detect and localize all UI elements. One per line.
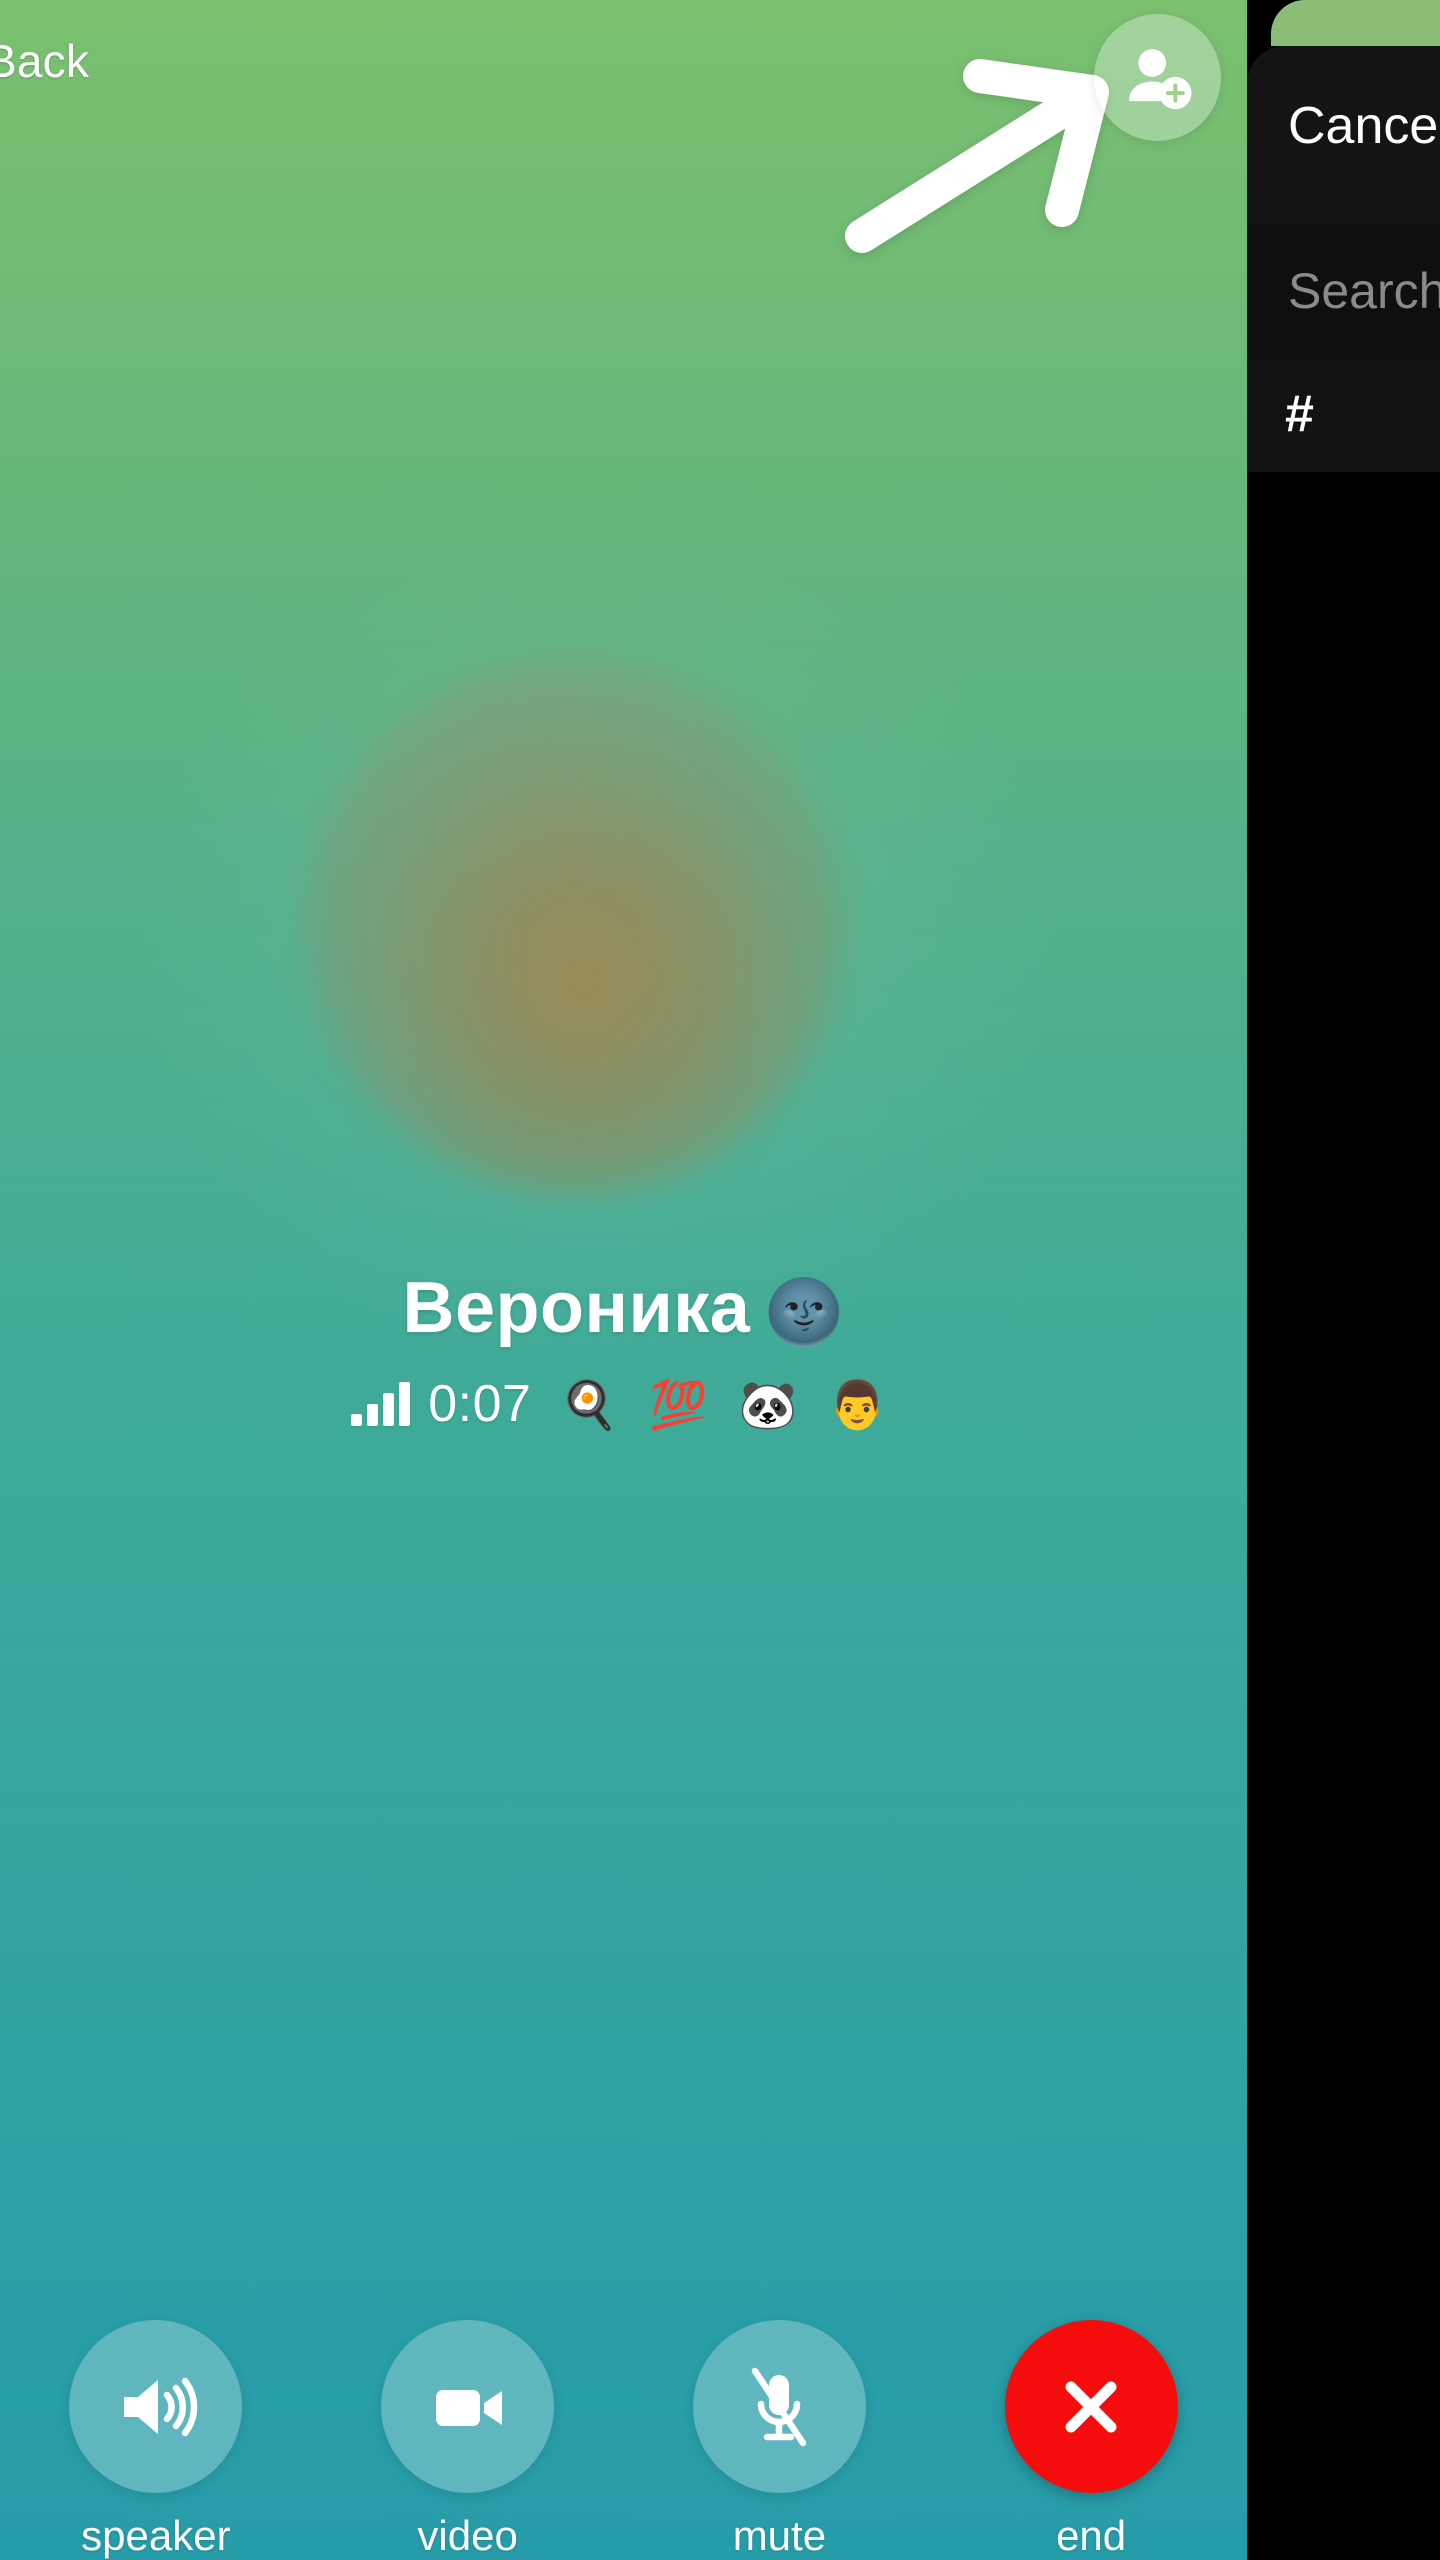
speaker-button[interactable]: speaker [51, 2320, 261, 2557]
signal-bars-icon [351, 1382, 411, 1426]
caller-name: Вероника 🌚 [0, 1272, 1247, 1344]
caller-name-emoji: 🌚 [764, 1276, 845, 1348]
speaker-button-label: speaker [81, 2512, 231, 2559]
call-status-row: 0:07 🍳 💯 🐼 👨 [0, 1378, 1247, 1430]
end-call-button[interactable]: end [986, 2320, 1196, 2557]
arrow-up-right-icon [830, 14, 1140, 264]
sheet-surface: Cancel Search # [1247, 46, 1440, 2560]
add-participant-sheet: Cancel Search # [1247, 0, 1440, 2560]
call-screen-root: Back Вероника 🌚 0:07 🍳 💯 🐼 👨 speaker vid… [0, 0, 1440, 2560]
add-participant-button[interactable] [1094, 14, 1221, 141]
mute-button[interactable]: mute [674, 2320, 884, 2557]
end-call-button-label: end [1056, 2512, 1127, 2559]
back-button[interactable]: Back [0, 38, 89, 84]
microphone-muted-icon [731, 2359, 827, 2455]
section-index-letter: # [1285, 385, 1314, 443]
cancel-button[interactable]: Cancel [1288, 100, 1440, 152]
speaker-button-ring[interactable] [69, 2320, 243, 2493]
search-field[interactable]: Search [1247, 224, 1440, 360]
video-button[interactable]: video [363, 2320, 573, 2557]
speaker-waves-icon [108, 2359, 204, 2455]
person-add-icon [1121, 41, 1195, 115]
voice-call-screen: Back Вероника 🌚 0:07 🍳 💯 🐼 👨 speaker vid… [0, 0, 1247, 2560]
contacts-list[interactable] [1247, 472, 1440, 2560]
sheet-header: Cancel [1247, 46, 1440, 224]
avatar [305, 655, 845, 1195]
video-button-label: video [417, 2512, 518, 2559]
status-emojis: 🍳 💯 🐼 👨 [559, 1377, 896, 1431]
sheet-peek-strip [1271, 0, 1440, 46]
mute-button-ring[interactable] [692, 2320, 866, 2493]
call-duration: 0:07 [428, 1375, 532, 1433]
end-call-button-ring[interactable] [1004, 2320, 1178, 2493]
video-button-ring[interactable] [381, 2320, 555, 2493]
contacts-section-header: # [1247, 360, 1440, 472]
avatar-blurred-photo [305, 655, 845, 1195]
video-camera-icon [420, 2359, 516, 2455]
call-controls: speaker video mute end [0, 2320, 1247, 2557]
caller-name-text: Вероника [402, 1268, 751, 1348]
close-x-icon [1043, 2359, 1139, 2455]
search-input-placeholder[interactable]: Search [1288, 266, 1440, 316]
mute-button-label: mute [732, 2512, 827, 2559]
